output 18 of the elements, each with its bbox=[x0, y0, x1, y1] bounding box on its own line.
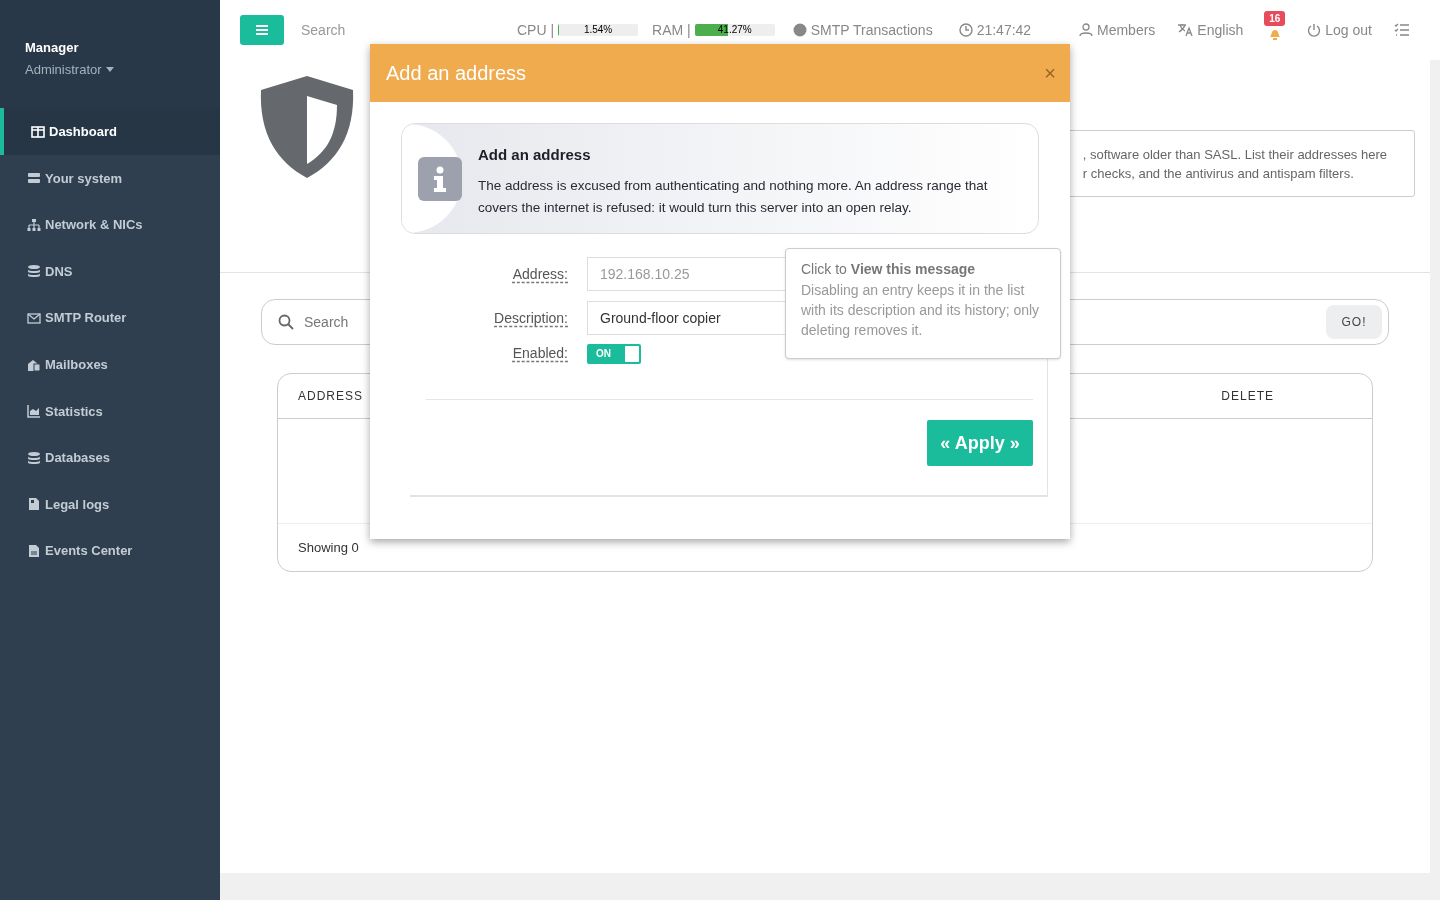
table-footer: Showing 0 bbox=[298, 537, 359, 558]
callout-title: Add an address bbox=[478, 145, 592, 165]
callout-text: The address is excused from authenticating and nothing more. An address range that covers the internet is refused: it would turn this server into an open relay. bbox=[478, 176, 989, 217]
user-name: Manager bbox=[25, 39, 80, 57]
field-label: Description: bbox=[493, 308, 568, 328]
notification-count: 16 bbox=[1264, 11, 1286, 26]
tooltip-text: Disabling an entry keeps it in the list with its description and its history; only deleting removes it. bbox=[801, 281, 1041, 340]
field-label: Address: bbox=[511, 264, 568, 284]
cpu-meter: 1.54% bbox=[558, 24, 639, 36]
tooltip-title: Click to View this message bbox=[801, 260, 977, 278]
cpu-label: CPU | bbox=[517, 20, 555, 40]
modal-title: Add an address bbox=[386, 61, 527, 86]
field-label: Enabled: bbox=[511, 344, 568, 363]
column-header: DELETE bbox=[1221, 388, 1274, 405]
column-header: ADDRESS bbox=[298, 388, 363, 405]
description-text: , software older than SASL. List their addresses here r checks, and the antivirus and antispam filters. bbox=[1082, 145, 1387, 183]
clock-time: 21:47:42 bbox=[976, 20, 1032, 40]
ram-label: RAM | bbox=[652, 20, 691, 40]
